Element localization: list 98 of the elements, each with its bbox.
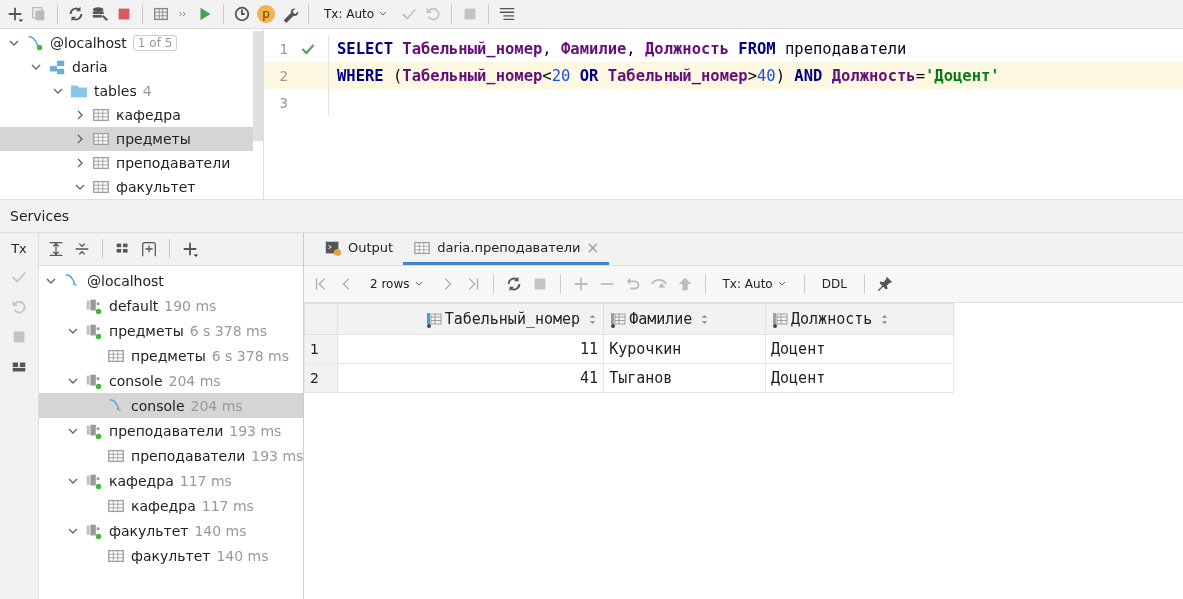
item-count: 4 <box>142 83 152 99</box>
service-label: преподаватели <box>109 422 224 439</box>
tree-item[interactable]: кафедра <box>0 103 253 127</box>
sort-icon[interactable] <box>880 313 890 326</box>
pin-icon[interactable] <box>875 275 894 293</box>
tree-item[interactable]: tables 4 <box>0 79 253 103</box>
duration-text: 6 s 378 ms <box>189 322 267 339</box>
duration-text: 204 ms <box>168 372 221 389</box>
expand-all-icon[interactable] <box>47 240 65 258</box>
rows-dropdown[interactable]: 2 rows <box>364 275 430 293</box>
list-icon[interactable] <box>498 5 517 23</box>
table-icon[interactable] <box>152 5 170 23</box>
transaction-button[interactable]: Tx <box>11 241 27 256</box>
duration-text: 117 ms <box>179 472 232 489</box>
service-label: факультет <box>131 547 211 564</box>
service-label: предметы <box>109 322 184 339</box>
duration-text: 140 ms <box>216 547 269 564</box>
tree-item[interactable]: daria <box>0 55 253 79</box>
add-icon[interactable] <box>6 5 24 23</box>
tree-item-label: кафедра <box>116 107 181 123</box>
line-number: 3 <box>278 94 288 111</box>
service-item[interactable]: кафедра 117 ms <box>39 468 303 493</box>
tree-item-label: tables <box>94 83 137 99</box>
tree-item-label: @localhost <box>50 35 127 51</box>
code-line: WHERE (Табельный_номер<20 OR Табельный_номер>40) AND Должность='Доцент' <box>337 66 1000 85</box>
line-number: 2 <box>278 67 288 84</box>
schema-icon <box>48 58 66 76</box>
tree-item[interactable]: преподаватели <box>0 151 253 175</box>
service-label: предметы <box>131 347 206 364</box>
wrench-icon[interactable] <box>281 5 299 23</box>
tree-item[interactable]: @localhost 1 of 5 <box>0 31 253 55</box>
table-cell: 41 <box>337 363 604 393</box>
service-label: console <box>109 372 163 389</box>
service-label: преподаватели <box>131 447 246 464</box>
column-header[interactable]: Должность <box>765 303 954 335</box>
refresh-icon[interactable] <box>67 5 85 23</box>
duration-text: 190 ms <box>164 297 217 314</box>
collapse-all-icon[interactable] <box>73 240 91 258</box>
service-label: кафедра <box>109 472 174 489</box>
service-item[interactable]: предметы 6 s 378 ms <box>39 343 303 368</box>
tree-item-label: предметы <box>116 131 191 147</box>
add-icon[interactable] <box>181 240 199 258</box>
service-item[interactable]: преподаватели 193 ms <box>39 418 303 443</box>
table-icon <box>92 106 110 124</box>
service-item[interactable]: console 204 ms <box>39 393 303 418</box>
profile-button[interactable]: p <box>257 5 275 23</box>
service-item[interactable]: default 190 ms <box>39 293 303 318</box>
table-cell: 11 <box>337 334 604 364</box>
scrollbar[interactable] <box>253 31 263 141</box>
sort-icon[interactable] <box>588 313 598 326</box>
tree-item-label: преподаватели <box>116 155 231 171</box>
tree-item-label: факультет <box>116 179 196 195</box>
row-number: 2 <box>304 363 338 393</box>
table-cell: Тыганов <box>603 363 766 393</box>
code-line: SELECT Табельный_номер, Фамилие, Должность FROM преподаватели <box>337 39 907 58</box>
service-item[interactable]: факультет 140 ms <box>39 518 303 543</box>
count-badge: 1 of 5 <box>132 35 178 51</box>
column-header[interactable]: Табельный_номер <box>337 303 604 335</box>
service-item[interactable]: @localhost <box>39 268 303 293</box>
table-cell: Доцент <box>765 334 954 364</box>
service-item[interactable]: кафедра 117 ms <box>39 493 303 518</box>
transaction-mode-dropdown[interactable]: Tx: Auto <box>716 275 793 293</box>
service-label: default <box>109 297 159 314</box>
duration-text: 140 ms <box>194 522 247 539</box>
panel-title: Services <box>10 208 70 224</box>
table-icon <box>92 154 110 172</box>
database-settings-icon[interactable] <box>91 5 109 23</box>
service-label: console <box>131 397 185 414</box>
tree-item[interactable]: факультет <box>0 175 253 199</box>
service-item[interactable]: преподаватели 193 ms <box>39 443 303 468</box>
column-header[interactable]: Фамилие <box>603 303 766 335</box>
service-label: @localhost <box>87 272 164 289</box>
duration-text: 204 ms <box>190 397 243 414</box>
duration-text: 193 ms <box>229 422 282 439</box>
line-number: 1 <box>278 40 288 57</box>
tree-item-label: daria <box>72 59 108 75</box>
tab-label: Output <box>348 240 394 255</box>
add-session-icon[interactable] <box>140 240 158 258</box>
table-icon <box>92 178 110 196</box>
tree-item[interactable]: предметы <box>0 127 253 151</box>
duration-text: 193 ms <box>251 447 304 464</box>
table-cell: Доцент <box>765 363 954 393</box>
clock-icon[interactable] <box>233 5 251 23</box>
duration-text: 6 s 378 ms <box>211 347 289 364</box>
table-icon <box>92 130 110 148</box>
service-item[interactable]: предметы 6 s 378 ms <box>39 318 303 343</box>
sort-icon[interactable] <box>700 313 710 326</box>
ddl-button[interactable]: DDL <box>815 275 853 293</box>
service-item[interactable]: console 204 ms <box>39 368 303 393</box>
row-number: 1 <box>304 334 338 364</box>
result-tab[interactable]: Output <box>314 233 404 265</box>
service-item[interactable]: факультет 140 ms <box>39 543 303 568</box>
service-label: кафедра <box>131 497 196 514</box>
table-cell: Курочкин <box>603 334 766 364</box>
duration-text: 117 ms <box>201 497 254 514</box>
transaction-mode-dropdown[interactable]: Tx: Auto <box>318 5 395 23</box>
tab-label: daria.преподаватели <box>437 240 581 255</box>
service-label: факультет <box>109 522 189 539</box>
